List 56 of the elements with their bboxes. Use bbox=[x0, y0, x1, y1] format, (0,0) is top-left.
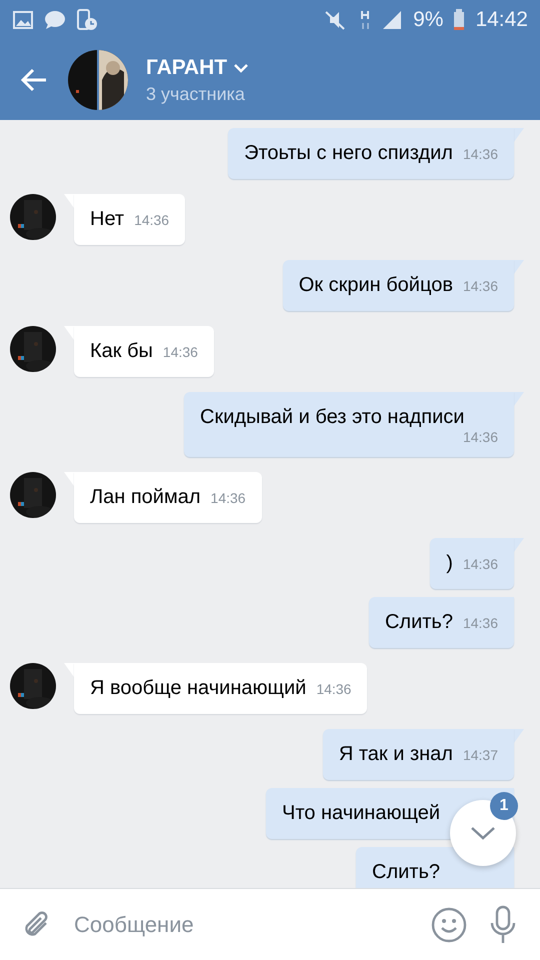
message-time: 14:36 bbox=[462, 556, 498, 572]
message-time: 14:36 bbox=[210, 490, 246, 506]
message-time: 14:36 bbox=[162, 344, 198, 360]
microphone-icon[interactable] bbox=[488, 904, 518, 944]
outgoing-message[interactable]: Этоьты с него спиздил 14:36 bbox=[228, 128, 514, 179]
gallery-icon bbox=[12, 9, 34, 31]
message-text: Что начинающей bbox=[282, 802, 440, 825]
incoming-message[interactable]: Нет 14:36 bbox=[74, 194, 186, 245]
phone-clock-icon bbox=[76, 9, 98, 31]
bubble-tail bbox=[514, 128, 524, 142]
message-text: Как бы bbox=[90, 340, 153, 363]
message-text: Этоьты с него спиздил bbox=[244, 142, 453, 165]
bubble-tail bbox=[64, 194, 74, 208]
chat-title[interactable]: ГАРАНТ bbox=[146, 56, 228, 80]
bubble-tail bbox=[64, 663, 74, 677]
outgoing-message[interactable]: Слить? 14:36 bbox=[368, 597, 514, 648]
bubble-tail bbox=[514, 260, 524, 274]
message-text: ) bbox=[446, 552, 453, 575]
message-text: Скидывай и без это надписи bbox=[200, 406, 464, 429]
signal-icon bbox=[381, 9, 404, 31]
smiley-icon[interactable] bbox=[430, 906, 468, 944]
incoming-message[interactable]: Как бы 14:36 bbox=[74, 326, 214, 377]
message-input[interactable]: Сообщение bbox=[72, 910, 410, 938]
message-text: Я так и знал bbox=[338, 743, 453, 766]
incoming-message[interactable]: Я вообще начинающий 14:36 bbox=[74, 663, 368, 714]
participants-count: 3 участника bbox=[146, 84, 246, 104]
bubble-tail bbox=[64, 472, 74, 486]
outgoing-message[interactable]: Я так и знал 14:37 bbox=[322, 729, 514, 780]
chevron-down-icon[interactable] bbox=[233, 62, 250, 72]
message-text: Я вообще начинающий bbox=[90, 677, 306, 700]
message-text: Лан поймал bbox=[90, 486, 201, 509]
message-text: Слить? bbox=[372, 861, 440, 884]
battery-icon bbox=[453, 9, 466, 31]
message-text: Слить? bbox=[384, 611, 453, 634]
bubble-tail bbox=[64, 326, 74, 340]
message-text: Нет bbox=[90, 208, 124, 231]
bubble-tail bbox=[514, 392, 524, 406]
message-time: 14:36 bbox=[462, 429, 498, 445]
outgoing-message[interactable]: Ок скрин бойцов 14:36 bbox=[282, 260, 514, 311]
battery-percent: 9% bbox=[413, 8, 444, 32]
incoming-message[interactable]: Лан поймал 14:36 bbox=[74, 472, 262, 523]
message-time: 14:36 bbox=[315, 681, 352, 697]
message-time: 14:36 bbox=[462, 278, 498, 294]
message-time: 14:36 bbox=[133, 212, 170, 228]
bubble-tail bbox=[514, 729, 524, 743]
message-text: Ок скрин бойцов bbox=[298, 274, 453, 297]
message-time: 14:36 bbox=[462, 615, 498, 631]
chevron-down-icon bbox=[470, 826, 496, 840]
message-time: 14:37 bbox=[462, 747, 498, 763]
clock-time: 14:42 bbox=[475, 8, 528, 32]
outgoing-message[interactable]: Скидывай и без это надписи 14:36 bbox=[184, 392, 514, 457]
bubble-tail bbox=[514, 538, 524, 552]
network-h-icon bbox=[359, 9, 372, 31]
message-time: 14:36 bbox=[462, 146, 498, 162]
chat-bubble-icon bbox=[44, 9, 66, 31]
outgoing-message[interactable]: ) 14:36 bbox=[430, 538, 514, 589]
